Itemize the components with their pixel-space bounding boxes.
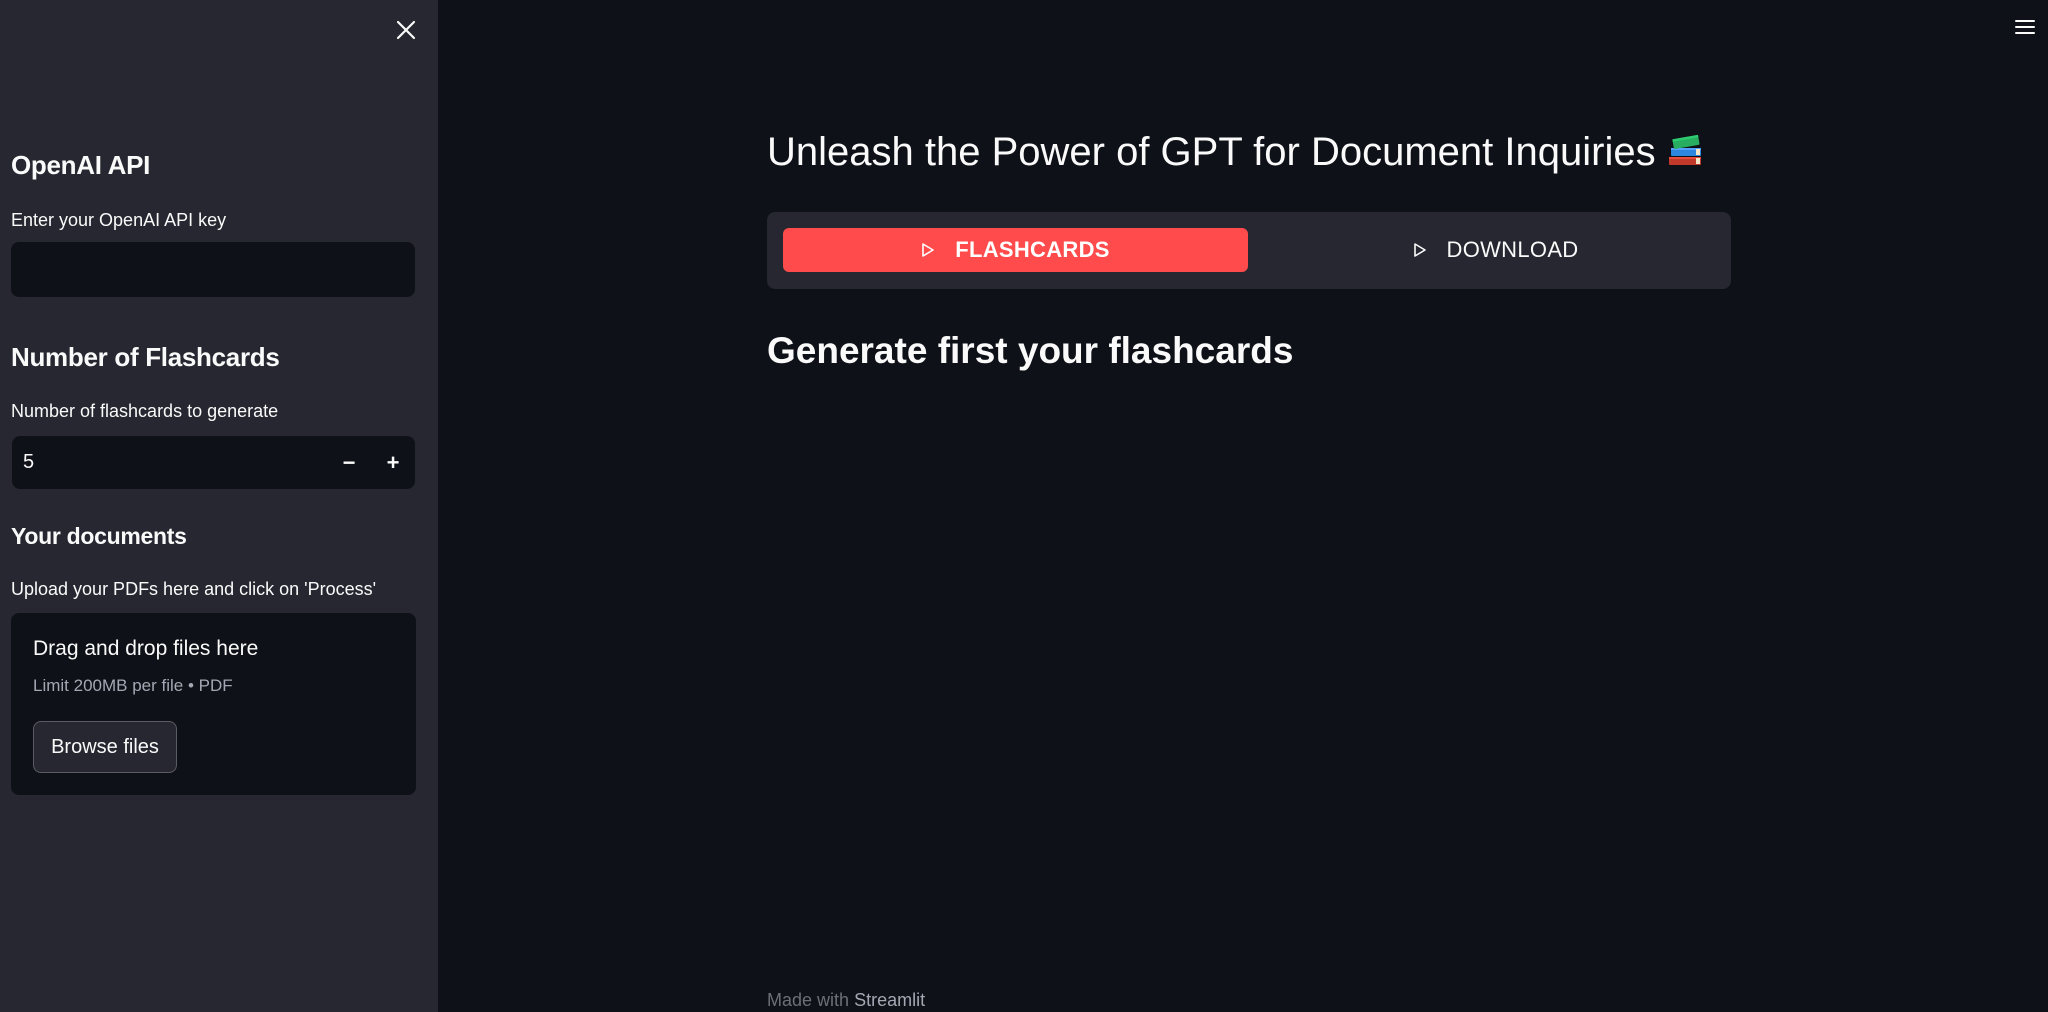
footer: Made with Streamlit xyxy=(767,990,925,1011)
tab-flashcards[interactable]: FLASHCARDS xyxy=(783,228,1248,272)
option-menu: FLASHCARDS DOWNLOAD xyxy=(767,212,1731,289)
openai-api-heading: OpenAI API xyxy=(11,150,151,180)
api-key-label: Enter your OpenAI API key xyxy=(11,210,227,230)
decrement-button[interactable]: − xyxy=(327,436,371,489)
tab-flashcards-label: FLASHCARDS xyxy=(955,237,1110,262)
footer-prefix: Made with xyxy=(767,990,850,1010)
sidebar: OpenAI API Enter your OpenAI API key Num… xyxy=(0,0,438,1012)
flashcards-count-field[interactable]: 5 xyxy=(12,451,327,474)
documents-heading: Your documents xyxy=(11,523,187,549)
main-menu-button[interactable] xyxy=(2014,16,2038,40)
tab-download[interactable]: DOWNLOAD xyxy=(1263,228,1728,272)
close-sidebar-button[interactable] xyxy=(392,16,420,44)
dropzone-limit: Limit 200MB per file • PDF xyxy=(33,676,233,695)
streamlit-link[interactable]: Streamlit xyxy=(854,990,925,1010)
page-title: Unleash the Power of GPT for Document In… xyxy=(767,130,1704,175)
upload-label: Upload your PDFs here and click on 'Proc… xyxy=(11,579,377,599)
close-icon xyxy=(396,20,416,40)
file-dropzone[interactable]: Drag and drop files here Limit 200MB per… xyxy=(11,613,416,795)
page-title-text: Unleash the Power of GPT for Document In… xyxy=(767,130,1656,174)
section-subtitle: Generate first your flashcards xyxy=(767,330,1294,371)
hamburger-menu-icon xyxy=(2015,20,2035,34)
flashcards-number-input: 5 − + xyxy=(12,436,415,489)
tab-download-label: DOWNLOAD xyxy=(1446,237,1579,262)
flashcards-heading: Number of Flashcards xyxy=(11,342,280,372)
api-key-input[interactable] xyxy=(11,242,415,297)
dropzone-title: Drag and drop files here xyxy=(33,637,259,660)
books-icon xyxy=(1668,134,1701,165)
play-outline-icon xyxy=(922,243,935,257)
browse-files-button[interactable]: Browse files xyxy=(33,721,177,773)
play-outline-icon xyxy=(1413,243,1426,257)
increment-button[interactable]: + xyxy=(371,436,415,489)
flashcards-count-label: Number of flashcards to generate xyxy=(11,401,279,421)
